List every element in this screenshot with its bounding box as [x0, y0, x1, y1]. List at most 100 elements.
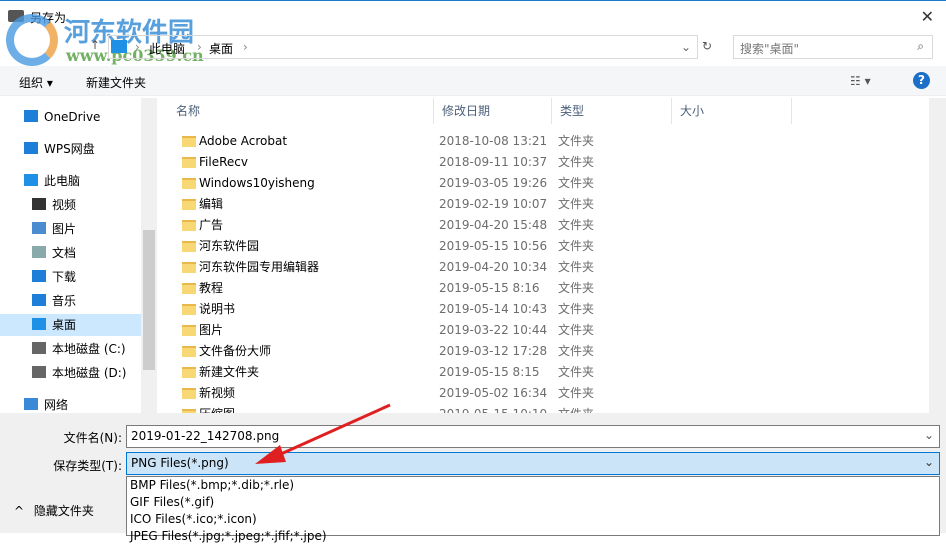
sidebar-item[interactable]: 本地磁盘 (C:) [0, 338, 141, 360]
up-button[interactable]: ↑ [90, 38, 100, 52]
file-row[interactable]: 河东软件园专用编辑器 2019-04-20 10:34 文件夹 [158, 257, 928, 278]
file-type: 文件夹 [558, 344, 595, 358]
sidebar-item[interactable]: 下载 [0, 266, 141, 288]
sidebar-item[interactable]: 桌面 [0, 314, 141, 336]
folder-icon [182, 346, 196, 357]
chevron-down-icon[interactable]: ⌄ [924, 428, 934, 442]
file-type: 文件夹 [558, 365, 595, 379]
filetype-label: 保存类型(T): [53, 459, 122, 473]
network-icon [24, 398, 38, 410]
file-type: 文件夹 [558, 404, 594, 413]
file-row[interactable]: 教程 2019-05-15 8:16 文件夹 [158, 278, 928, 299]
file-type: 文件夹 [558, 218, 595, 232]
annotation-arrow [255, 403, 391, 464]
file-type: 文件夹 [558, 386, 595, 400]
folder-icon [182, 220, 196, 231]
file-date: 2019-02-19 10:07 [439, 197, 548, 211]
file-date: 2019-05-02 16:34 [439, 386, 548, 400]
file-name: 说明书 [199, 302, 236, 316]
file-row[interactable]: 编辑 2019-02-19 10:07 文件夹 [158, 194, 928, 215]
file-row[interactable]: 图片 2019-03-22 10:44 文件夹 [158, 320, 928, 341]
sidebar-item-label: OneDrive [44, 110, 101, 124]
folder-icon [182, 367, 196, 378]
column-size[interactable]: 大小 [672, 98, 792, 124]
file-name: Adobe Acrobat [199, 134, 288, 148]
computer-icon [111, 40, 127, 53]
sidebar-item-label: 本地磁盘 (D:) [52, 366, 127, 380]
help-icon[interactable]: ? [913, 72, 930, 89]
video-icon [32, 198, 46, 210]
chevron-down-icon[interactable]: ⌄ [924, 455, 934, 469]
sidebar-item-label: 网络 [44, 398, 69, 412]
sidebar-item[interactable]: 音乐 [0, 290, 141, 312]
file-type: 文件夹 [558, 239, 595, 253]
filename-input[interactable]: 2019-01-22_142708.png ⌄ [126, 425, 940, 448]
sidebar-item-label: 音乐 [52, 294, 77, 308]
sidebar-item[interactable]: 视频 [0, 194, 141, 216]
refresh-button[interactable]: ↻ [702, 39, 712, 53]
sidebar-item[interactable]: 本地磁盘 (D:) [0, 362, 141, 384]
sidebar-item-label: 视频 [52, 198, 77, 212]
organize-button[interactable]: 组织 ▾ [19, 74, 53, 91]
filetype-option[interactable]: GIF Files(*.gif) [127, 494, 939, 511]
filetype-option[interactable]: BMP Files(*.bmp;*.dib;*.rle) [127, 477, 939, 494]
sidebar-scroll-thumb[interactable] [143, 230, 155, 370]
sidebar-item[interactable]: 图片 [0, 218, 141, 240]
file-row[interactable]: Windows10yisheng 2019-03-05 19:26 文件夹 [158, 173, 928, 194]
sidebar-item[interactable]: WPS网盘 [0, 138, 141, 160]
file-row[interactable]: 说明书 2019-05-14 10:43 文件夹 [158, 299, 928, 320]
file-name: 压缩图 [199, 404, 235, 413]
file-date: 2018-09-11 10:37 [439, 155, 548, 169]
watermark-logo [6, 14, 58, 66]
hide-folders-button[interactable]: ^ 隐藏文件夹 [14, 502, 94, 519]
file-row[interactable]: 广告 2019-04-20 15:48 文件夹 [158, 215, 928, 236]
file-type: 文件夹 [558, 281, 595, 295]
search-input[interactable]: 搜索"桌面" ⌕ [733, 35, 933, 59]
file-row[interactable]: FileRecv 2018-09-11 10:37 文件夹 [158, 152, 928, 173]
breadcrumb-desktop[interactable]: 桌面 [209, 40, 233, 57]
folder-icon [182, 136, 196, 147]
filetype-select[interactable]: PNG Files(*.png) ⌄ [126, 452, 940, 475]
download-icon [32, 270, 46, 282]
file-row[interactable]: 河东软件园 2019-05-15 10:56 文件夹 [158, 236, 928, 257]
file-date: 2019-05-15 8:15 [439, 365, 540, 379]
navigation-pane: OneDrive WPS网盘此电脑视频图片文档下载音乐桌面本地磁盘 (C:) 本地磁… [0, 98, 157, 413]
filetype-value: PNG Files(*.png) [131, 456, 229, 470]
file-date: 2019-05-15 10:56 [439, 239, 548, 253]
file-name: 新视频 [199, 386, 236, 400]
folder-icon [182, 388, 196, 399]
sidebar-item-label: 文档 [52, 246, 77, 260]
filetype-option[interactable]: ICO Files(*.ico;*.icon) [127, 511, 939, 528]
sidebar-item-label: 桌面 [52, 318, 77, 332]
filetype-dropdown: BMP Files(*.bmp;*.dib;*.rle) GIF Files(*… [126, 476, 940, 543]
file-type: 文件夹 [558, 302, 595, 316]
file-row[interactable]: 文件备份大师 2019-03-12 17:28 文件夹 [158, 341, 928, 362]
file-type: 文件夹 [558, 155, 595, 169]
chevron-down-icon[interactable]: ⌄ [681, 40, 691, 54]
file-date: 2019-03-05 19:26 [439, 176, 548, 190]
column-date[interactable]: 修改日期 [434, 98, 552, 124]
file-list-scrollbar[interactable] [929, 98, 946, 413]
sidebar-item[interactable]: OneDrive [0, 106, 141, 128]
close-button[interactable]: ✕ [921, 7, 934, 26]
toolbar: 组织 ▾ 新建文件夹 ☷ ▾ ? [0, 66, 946, 96]
breadcrumb-this-pc[interactable]: 此电脑 [149, 40, 185, 57]
computer-icon [24, 174, 38, 186]
file-row[interactable]: 新建文件夹 2019-05-15 8:15 文件夹 [158, 362, 928, 383]
view-options-icon[interactable]: ☷ ▾ [850, 74, 871, 88]
file-date: 2019-04-20 10:34 [439, 260, 548, 274]
column-type[interactable]: 类型 [552, 98, 672, 124]
music-icon [32, 294, 46, 306]
new-folder-button[interactable]: 新建文件夹 [86, 74, 146, 91]
address-bar[interactable]: 此电脑 › › 桌面 › ⌄ [108, 35, 698, 59]
file-type: 文件夹 [558, 176, 595, 190]
file-type: 文件夹 [558, 323, 595, 337]
folder-icon [182, 304, 196, 315]
sidebar-item[interactable]: 文档 [0, 242, 141, 264]
file-date: 2019-03-22 10:44 [439, 323, 548, 337]
folder-icon [182, 283, 196, 294]
filetype-option[interactable]: JPEG Files(*.jpg;*.jpeg;*.jfif;*.jpe) [127, 528, 939, 545]
file-name: 河东软件园专用编辑器 [199, 260, 320, 274]
sidebar-item[interactable]: 此电脑 [0, 170, 141, 192]
file-row[interactable]: Adobe Acrobat 2018-10-08 13:21 文件夹 [158, 131, 928, 152]
